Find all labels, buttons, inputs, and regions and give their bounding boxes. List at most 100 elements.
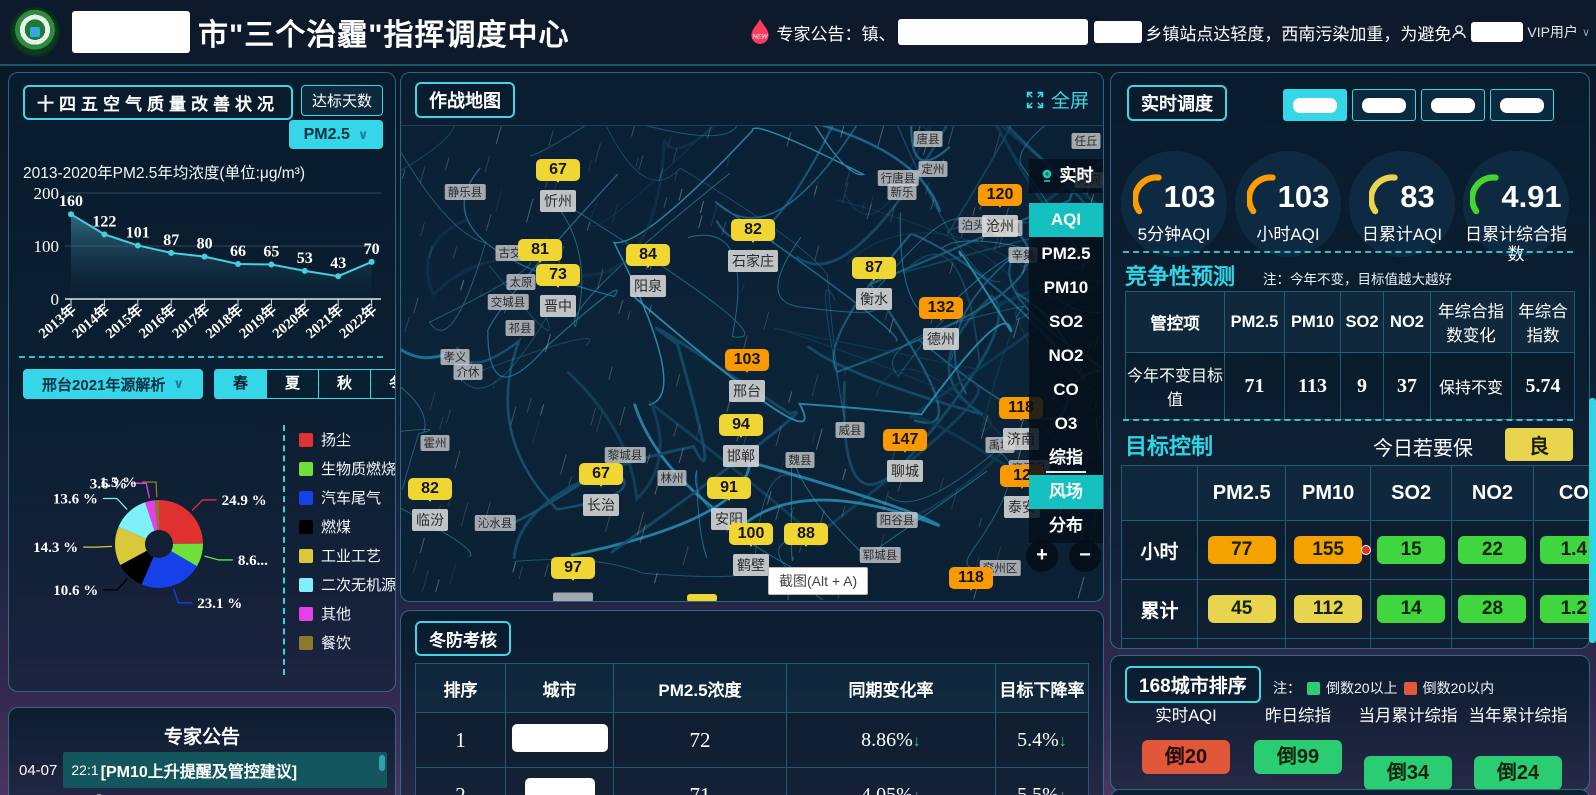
- aqi-pin-沧州[interactable]: 120沧州: [978, 184, 1022, 237]
- cell: 71: [614, 768, 787, 795]
- season-tab-冬[interactable]: 冬: [370, 370, 396, 398]
- gauge-日累计AQI: 83日累计AQI: [1345, 157, 1459, 285]
- row-label: 可控制: [1122, 639, 1198, 650]
- aqi-pin-value: 91: [707, 477, 751, 499]
- dispatch-tab-1[interactable]: [1283, 89, 1347, 121]
- svg-text:101: 101: [126, 224, 150, 241]
- svg-text:80: 80: [197, 236, 213, 253]
- next-panel-edge: [1110, 789, 1590, 795]
- svg-text:66: 66: [230, 243, 246, 260]
- aqi-pin-长治[interactable]: 67长治: [579, 463, 623, 516]
- fullscreen-button[interactable]: 全屏: [1025, 86, 1089, 113]
- realtime-icon: [1039, 168, 1055, 184]
- map-place-霍州: 霍州: [421, 435, 450, 451]
- notice-highlight[interactable]: 22:1 [PM10上升提醒及管控建议]: [63, 752, 387, 788]
- legend-item-6: 其他: [299, 599, 396, 628]
- map-menu-实时[interactable]: 实时: [1029, 159, 1103, 193]
- map-menu-PM10[interactable]: PM10: [1029, 271, 1103, 305]
- rank-label-实时AQI: 实时AQI: [1131, 706, 1241, 727]
- divider: [19, 356, 383, 358]
- ranking-items: 实时AQI倒20昨日综指倒99当月累计综指倒34当年累计综指倒24: [1111, 656, 1589, 790]
- aqi-pin-88[interactable]: 88: [784, 523, 828, 545]
- notice-entry[interactable]: 04-07 22:1 [PM10上升提醒及管控建议]: [19, 752, 387, 788]
- table-row[interactable]: 2714.05%↓5.5%↓: [416, 768, 1089, 795]
- season-tab-夏[interactable]: 夏: [266, 370, 318, 398]
- divider: [1123, 251, 1573, 253]
- aqi-pin-81[interactable]: 81: [518, 239, 562, 261]
- map-menu-分布[interactable]: 分布: [1029, 509, 1103, 543]
- redacted-tab-label: [1500, 98, 1544, 113]
- expert-notice-panel: 专家公告 04-07 22:1 [PM10上升提醒及管控建议]: [8, 707, 396, 795]
- aqi-pin-聊城[interactable]: 147聊城: [883, 429, 927, 482]
- target-value-badge: 45: [1208, 595, 1276, 623]
- aqi-pin-邢台[interactable]: 103邢台: [725, 349, 769, 402]
- gauge-label: 日累计综合指数: [1459, 225, 1573, 264]
- map-menu-CO[interactable]: CO: [1029, 373, 1103, 407]
- scrollbar-thumb[interactable]: [379, 755, 385, 771]
- aqi-pin-邯郸[interactable]: 94邯郸: [719, 414, 763, 467]
- legend-item-0: 扬尘: [299, 425, 396, 454]
- map-menu-风场[interactable]: 风场: [1029, 475, 1103, 509]
- rank-badge-当月累计综指[interactable]: 倒34: [1364, 756, 1452, 790]
- legend-label: 汽车尾气: [321, 487, 381, 508]
- aqi-pin-value: 67: [579, 463, 623, 485]
- expert-announcement-ticker[interactable]: NEW 专家公告： 镇、 乡镇站点达轻度，西南污染加重，为避免: [749, 18, 1451, 46]
- svg-text:2022年: 2022年: [335, 300, 380, 342]
- aqi-pin-鹤壁[interactable]: 100鹤壁: [729, 523, 773, 576]
- rank-badge-昨日综指[interactable]: 倒99: [1254, 740, 1342, 774]
- map-place-静乐县: 静乐县: [445, 184, 486, 200]
- aqi-pin-city: 临汾: [412, 509, 448, 531]
- dispatch-tab-2[interactable]: [1352, 89, 1416, 121]
- legend-swatch: [299, 636, 313, 650]
- pollutant-select[interactable]: PM2.5 ∨: [289, 120, 383, 149]
- aqi-pin-阳泉[interactable]: 84阳泉: [626, 244, 670, 297]
- season-tab-春[interactable]: 春: [215, 370, 266, 398]
- map-menu-NO2[interactable]: NO2: [1029, 339, 1103, 373]
- fullscreen-icon: [1025, 90, 1045, 110]
- target-value-badge: 112: [1294, 595, 1362, 623]
- target-value-badge: 1.2: [1540, 595, 1590, 623]
- aqi-pin-临汾[interactable]: 82临汾: [408, 478, 452, 531]
- rank-badge-当年累计综指[interactable]: 倒24: [1474, 756, 1562, 790]
- target-value-badge: 15: [1377, 536, 1445, 564]
- standard-days-button[interactable]: 达标天数: [301, 85, 383, 116]
- aqi-pin-118[interactable]: 118: [949, 567, 993, 589]
- dashboard-root: 市"三个治霾"指挥调度中心 NEW 专家公告： 镇、 乡镇站点达轻度，西南污染加…: [0, 0, 1596, 795]
- dispatch-tab-4[interactable]: [1490, 89, 1554, 121]
- aqi-pin-city: 衡水: [856, 288, 892, 310]
- assessment-title: 冬防考核: [415, 621, 511, 656]
- cell: [1286, 639, 1371, 650]
- map-menu-综指[interactable]: 综指: [1029, 441, 1103, 475]
- legend-swatch: [299, 549, 313, 563]
- dispatch-tab-3[interactable]: [1421, 89, 1485, 121]
- map-menu-O3[interactable]: O3: [1029, 407, 1103, 441]
- svg-text:8.6...: 8.6...: [238, 553, 268, 569]
- season-tab-秋[interactable]: 秋: [318, 370, 370, 398]
- map-zoom-in-button[interactable]: +: [1026, 540, 1058, 572]
- gauge-value: 4.91: [1501, 179, 1561, 215]
- rank-badge-实时AQI[interactable]: 倒20: [1142, 740, 1230, 774]
- pie-legend: 扬尘生物质燃烧汽车尾气燃煤工业工艺二次无机源其他餐饮: [283, 425, 396, 675]
- table-row[interactable]: 1728.86%↓5.4%↓: [416, 713, 1089, 768]
- aqi-pin-德州[interactable]: 132德州: [919, 297, 963, 350]
- aqi-pin-石家庄[interactable]: 82石家庄: [728, 219, 778, 272]
- map-menu-AQI[interactable]: AQI: [1029, 203, 1103, 237]
- page-scrollbar[interactable]: [1589, 398, 1596, 643]
- announce-label: 专家公告：: [776, 20, 861, 45]
- map-zoom-out-button[interactable]: −: [1069, 540, 1101, 572]
- aqi-pin-衡水[interactable]: 87衡水: [852, 257, 896, 310]
- redacted-city: [512, 724, 608, 752]
- table-row: 今年不变目标值71113937保持不变5.74: [1126, 353, 1575, 420]
- map-menu-SO2[interactable]: SO2: [1029, 305, 1103, 339]
- aqi-pin-忻州[interactable]: 67忻州: [536, 159, 580, 212]
- source-analysis-select[interactable]: 邢台2021年源解析 ∨: [23, 369, 203, 399]
- cell: 8.86%↓: [787, 713, 996, 768]
- cell: 5.4%↓: [996, 713, 1089, 768]
- map-canvas[interactable]: 静乐县唐县定州行唐县新乐任丘河间晋州辛集泊头古交太原交城县祁县孝义介休霍州黎城县…: [401, 73, 1103, 601]
- aqi-pin-晋中[interactable]: 73晋中: [536, 264, 580, 317]
- legend-label: 扬尘: [321, 429, 351, 450]
- user-menu[interactable]: VIP用户 ∨: [1451, 22, 1590, 42]
- cell: 45: [1198, 580, 1286, 639]
- aqi-pin-97[interactable]: 97: [551, 557, 595, 579]
- map-menu-PM2.5[interactable]: PM2.5: [1029, 237, 1103, 271]
